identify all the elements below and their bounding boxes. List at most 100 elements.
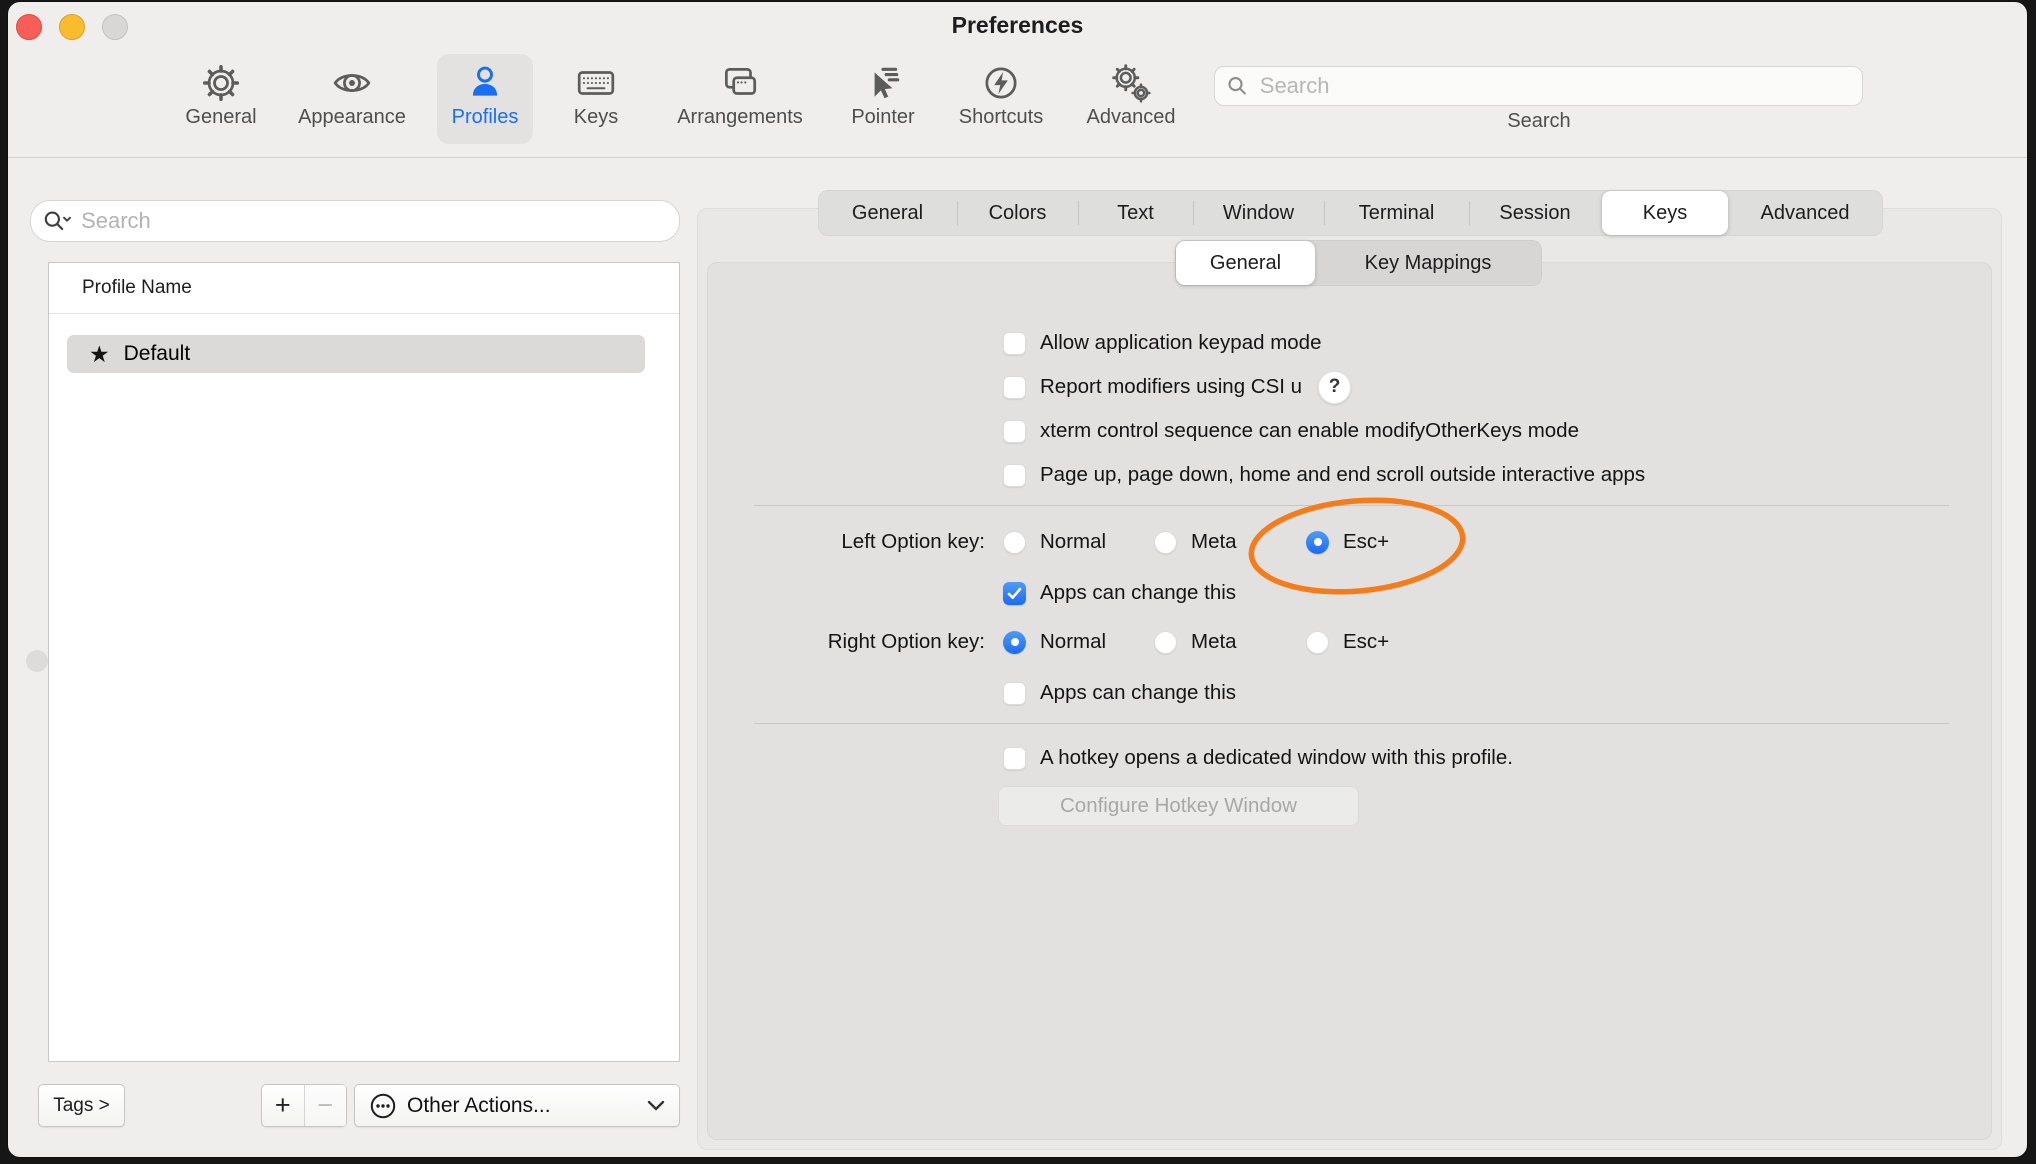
toolbar-label: Pointer [851,106,914,129]
tags-button[interactable]: Tags > [38,1084,125,1127]
toolbar-item-appearance[interactable]: Appearance [292,54,412,144]
checkbox-checked[interactable] [1003,582,1026,605]
tags-button-label: Tags > [53,1095,110,1117]
circle-ellipsis-icon [369,1092,397,1120]
search-menu-icon [43,209,71,233]
toolbar-search-field[interactable] [1214,66,1863,106]
tab-keys[interactable]: Keys [1602,191,1728,235]
left-option-esc[interactable]: Esc+ [1306,524,1389,560]
toolbar-item-shortcuts[interactable]: Shortcuts [946,54,1056,144]
radio[interactable] [1306,631,1329,654]
checkbox-row-csi-u[interactable]: Report modifiers using CSI u ? [1003,369,1351,405]
windows-icon [719,62,761,104]
tab-terminal[interactable]: Terminal [1324,190,1469,236]
tab-separator [957,201,958,225]
question-mark: ? [1329,376,1341,398]
help-button[interactable]: ? [1318,371,1351,404]
left-option-meta[interactable]: Meta [1154,524,1237,560]
chevron-down-icon [647,1100,665,1111]
radio-selected[interactable] [1003,631,1026,654]
profile-row-default[interactable]: ★ Default [67,335,645,373]
checkbox-label: Allow application keypad mode [1040,331,1321,355]
tab-session[interactable]: Session [1469,190,1601,236]
hotkey-checkbox-row[interactable]: A hotkey opens a dedicated window with t… [1003,740,1513,776]
radio[interactable] [1154,631,1177,654]
other-actions-label: Other Actions... [407,1094,639,1118]
toolbar-item-general[interactable]: General [176,54,266,144]
tab-label: Text [1117,202,1154,225]
profile-search-field[interactable] [30,200,680,242]
radio-label: Normal [1040,630,1106,654]
window-edge-dot [26,650,48,672]
toolbar-item-profiles[interactable]: Profiles [437,54,533,144]
toolbar-label: Profiles [452,106,519,129]
cursor-icon [862,62,904,104]
search-icon [1227,75,1248,97]
left-apps-can-change-row[interactable]: Apps can change this [1003,575,1236,611]
toolbar-divider [8,157,2027,158]
tab-window[interactable]: Window [1193,190,1324,236]
profile-search-input[interactable] [79,207,667,235]
eye-icon [331,62,373,104]
add-profile-button[interactable]: + [262,1085,305,1126]
toolbar-label: Shortcuts [959,106,1043,129]
section-divider [754,505,1949,506]
gears-icon [1110,62,1152,104]
configure-hotkey-window-button[interactable]: Configure Hotkey Window [998,786,1359,826]
radio-label: Meta [1191,530,1237,554]
tab-label: Colors [989,202,1047,225]
profile-list: Profile Name ★ Default [48,262,680,1062]
checkbox-row-modifyotherkeys[interactable]: xterm control sequence can enable modify… [1003,413,1579,449]
toolbar-item-pointer[interactable]: Pointer [838,54,928,144]
toolbar-search-input[interactable] [1258,72,1850,100]
radio[interactable] [1003,531,1026,554]
radio-label: Esc+ [1343,630,1389,654]
checkbox[interactable] [1003,420,1026,443]
tab-advanced[interactable]: Advanced [1729,190,1881,236]
checkbox[interactable] [1003,464,1026,487]
tab-label: Session [1499,202,1570,225]
left-option-normal[interactable]: Normal [1003,524,1106,560]
window-title: Preferences [8,12,2027,39]
check-icon [1007,587,1022,600]
screenshot-stage: Preferences General Appearance Profiles [0,0,2036,1164]
right-option-meta[interactable]: Meta [1154,624,1237,660]
profile-list-header-label: Profile Name [82,277,192,299]
checkbox-row-scroll-outside[interactable]: Page up, page down, home and end scroll … [1003,457,1645,493]
checkbox[interactable] [1003,376,1026,399]
tab-colors[interactable]: Colors [957,190,1078,236]
left-option-key-label: Left Option key: [705,530,985,554]
toolbar-item-advanced[interactable]: Advanced [1076,54,1186,144]
right-option-normal[interactable]: Normal [1003,624,1106,660]
checkbox[interactable] [1003,332,1026,355]
subtab-label: Key Mappings [1365,252,1492,275]
tab-separator [1193,201,1194,225]
subtab-general[interactable]: General [1176,241,1315,285]
plus-icon: + [275,1090,291,1121]
checkbox-row-keypad[interactable]: Allow application keypad mode [1003,325,1321,361]
remove-profile-button[interactable]: − [305,1085,347,1126]
checkbox-label: Apps can change this [1040,681,1236,705]
radio[interactable] [1154,531,1177,554]
toolbar-item-keys[interactable]: Keys [561,54,631,144]
tab-general[interactable]: General [818,190,957,236]
checkbox[interactable] [1003,747,1026,770]
right-option-esc[interactable]: Esc+ [1306,624,1389,660]
checkbox[interactable] [1003,682,1026,705]
profile-list-header: Profile Name [49,263,679,314]
right-apps-can-change-row[interactable]: Apps can change this [1003,675,1236,711]
tab-separator [1324,201,1325,225]
radio-selected[interactable] [1306,531,1329,554]
person-icon [464,62,506,104]
tab-text[interactable]: Text [1078,190,1193,236]
other-actions-dropdown[interactable]: Other Actions... [354,1084,680,1127]
configure-hotkey-window-label: Configure Hotkey Window [1060,794,1297,818]
tab-label: Terminal [1359,202,1435,225]
tab-separator [1078,201,1079,225]
toolbar-item-arrangements[interactable]: Arrangements [670,54,810,144]
checkbox-label: xterm control sequence can enable modify… [1040,419,1579,443]
toolbar-label: Keys [574,106,618,129]
checkbox-label: A hotkey opens a dedicated window with t… [1040,746,1513,770]
minus-icon: − [317,1090,333,1121]
subtab-key-mappings[interactable]: Key Mappings [1316,240,1540,286]
